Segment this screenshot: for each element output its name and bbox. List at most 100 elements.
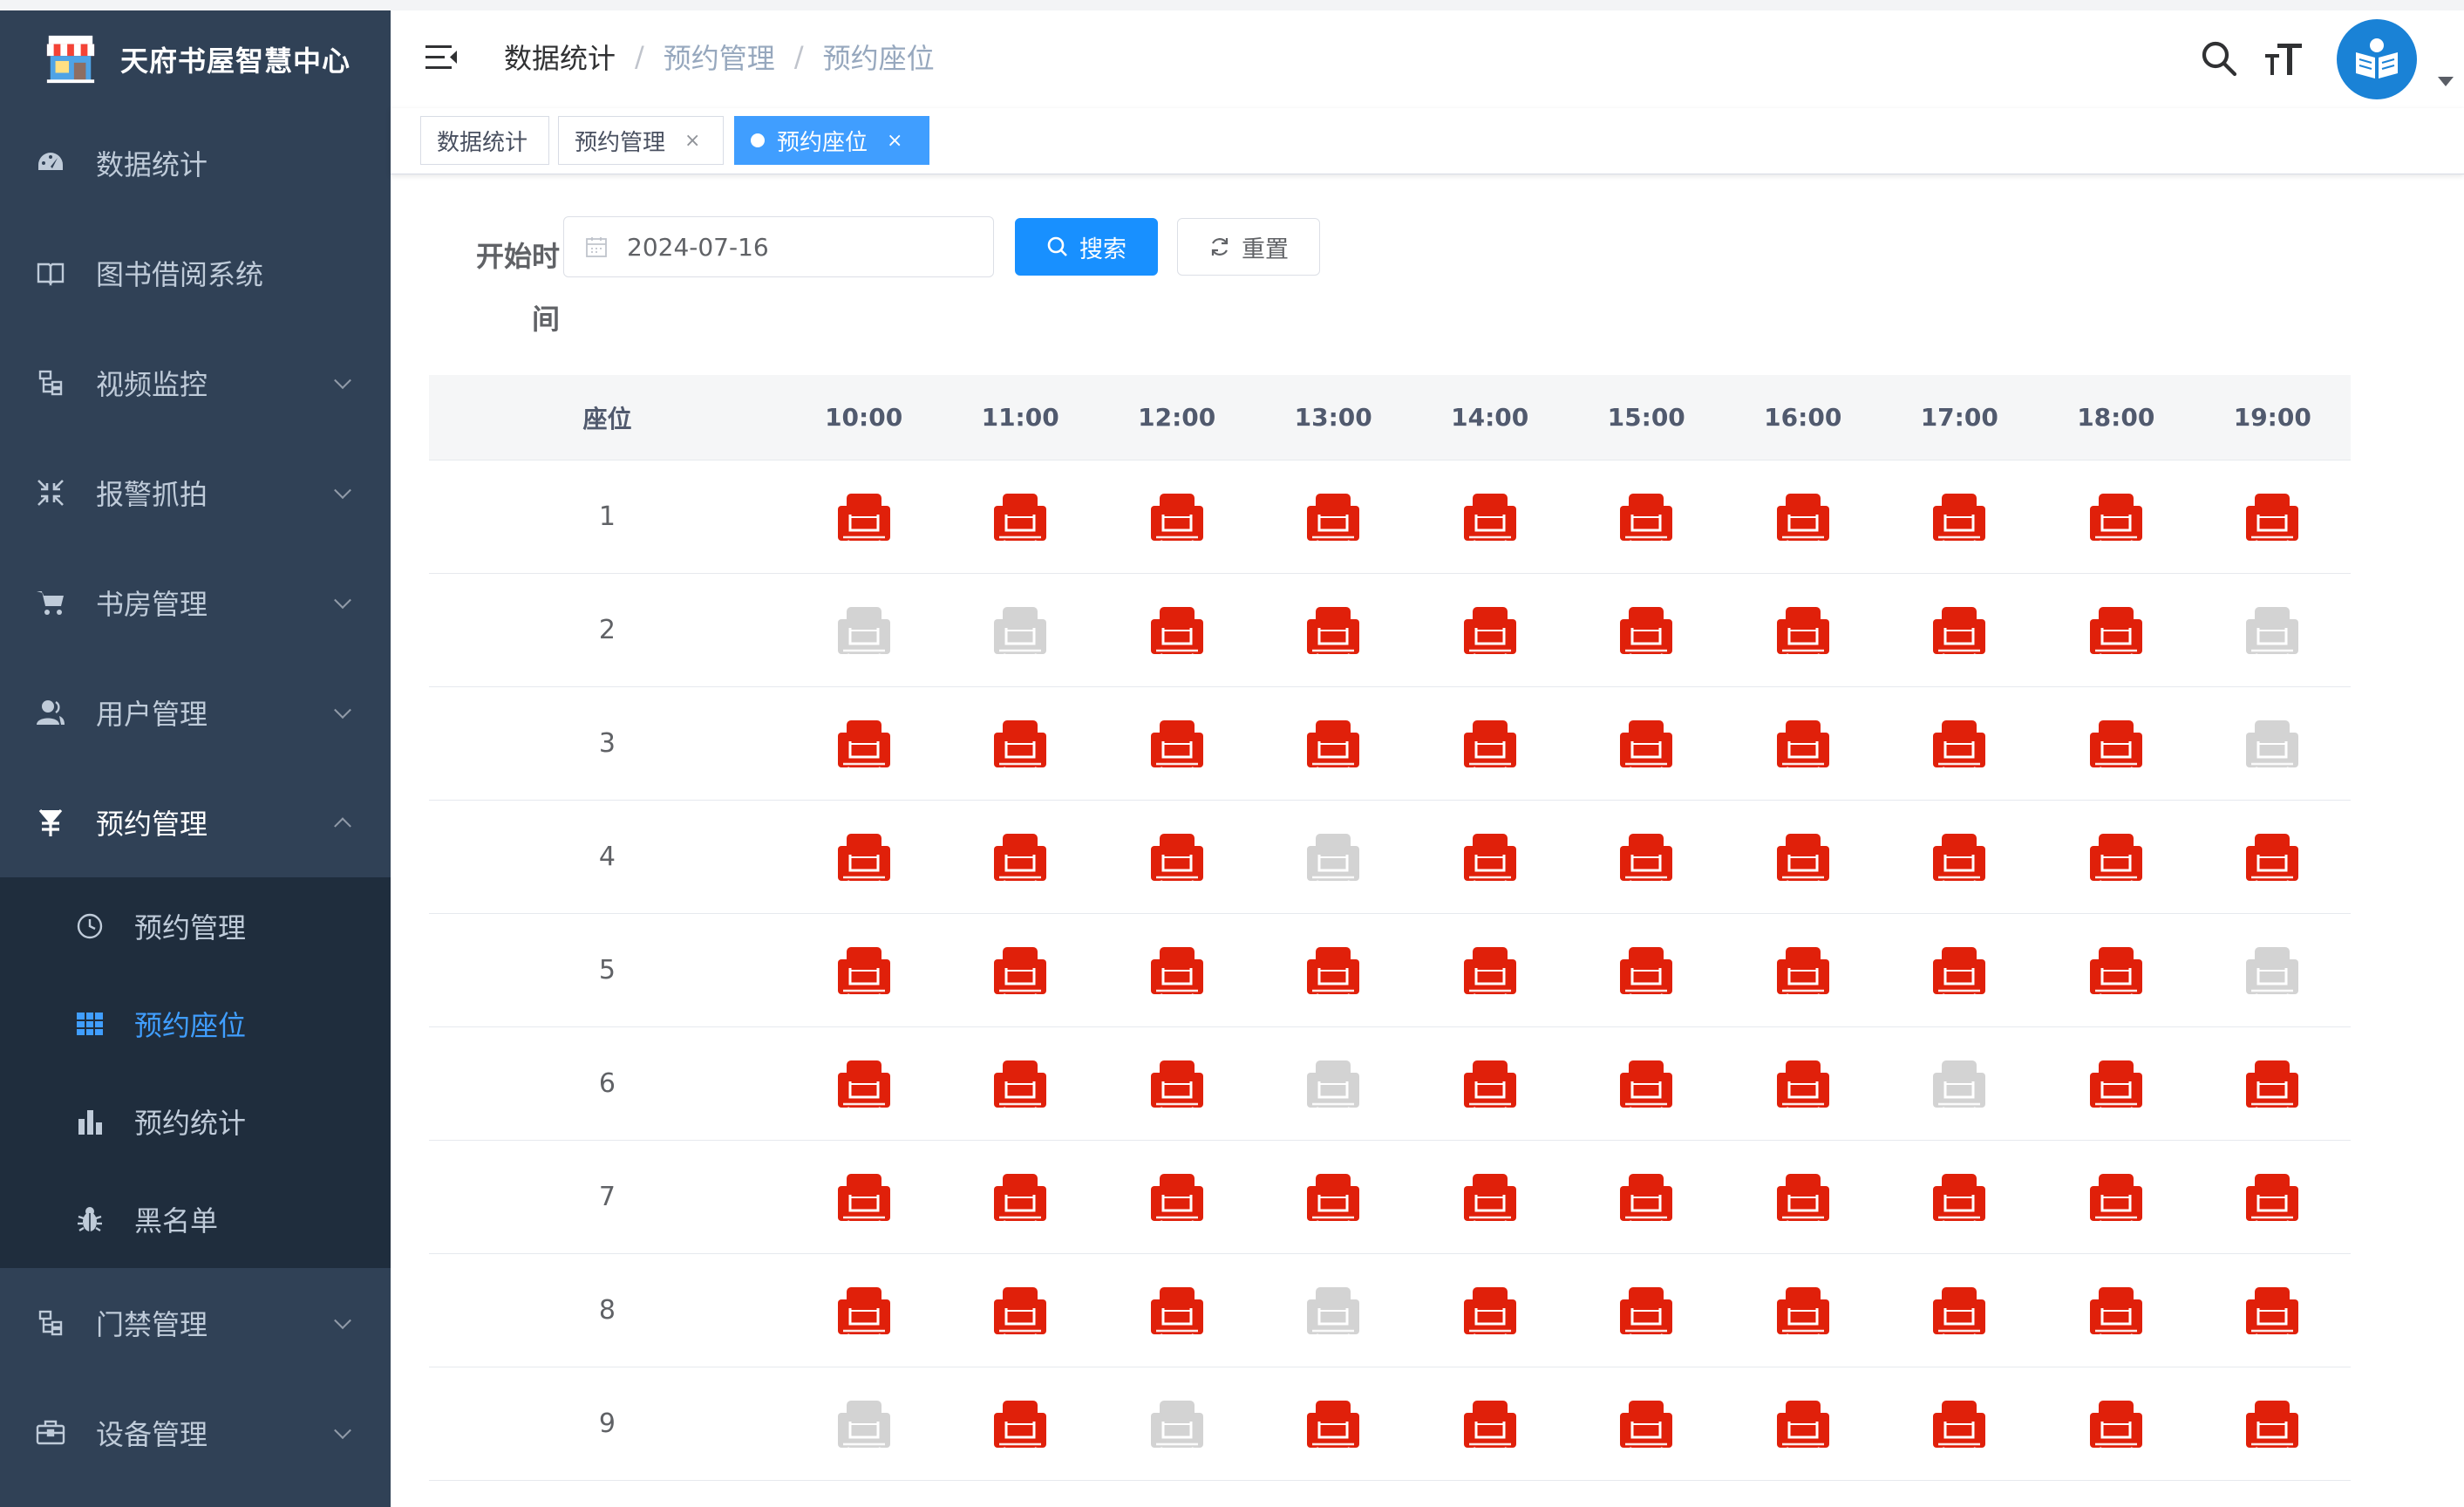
seat-cell[interactable] — [1255, 1285, 1412, 1336]
seat-cell[interactable] — [1882, 1399, 2039, 1449]
seat-cell[interactable] — [1255, 719, 1412, 769]
seat-cell[interactable] — [1882, 605, 2039, 656]
seat-cell[interactable] — [2038, 832, 2195, 883]
seat-cell[interactable] — [942, 832, 1099, 883]
seat-cell[interactable] — [1725, 1285, 1882, 1336]
breadcrumb-item[interactable]: 数据统计 — [504, 37, 616, 77]
seat-cell[interactable] — [1412, 605, 1569, 656]
sidebar-item-study-room[interactable]: 书房管理 — [0, 548, 391, 658]
seat-cell[interactable] — [1099, 1399, 1256, 1449]
sidebar-item-access-control[interactable]: 门禁管理 — [0, 1268, 391, 1378]
seat-cell[interactable] — [786, 605, 943, 656]
sidebar-item-users[interactable]: 用户管理 — [0, 658, 391, 767]
seat-cell[interactable] — [1255, 605, 1412, 656]
seat-cell[interactable] — [1725, 719, 1882, 769]
seat-cell[interactable] — [1255, 1399, 1412, 1449]
close-icon[interactable]: × — [684, 130, 700, 152]
seat-cell[interactable] — [1099, 492, 1256, 542]
seat-cell[interactable] — [2038, 1399, 2195, 1449]
tag-dashboard[interactable]: 数据统计 — [420, 116, 549, 165]
seat-cell[interactable] — [2195, 492, 2352, 542]
seat-cell[interactable] — [1882, 1059, 2039, 1109]
seat-cell[interactable] — [1568, 1172, 1725, 1223]
seat-cell[interactable] — [786, 832, 943, 883]
seat-cell[interactable] — [786, 1285, 943, 1336]
seat-cell[interactable] — [2038, 945, 2195, 996]
seat-cell[interactable] — [942, 1059, 1099, 1109]
sidebar-subitem-reservation-stats[interactable]: 预约统计 — [0, 1073, 391, 1170]
seat-cell[interactable] — [1568, 945, 1725, 996]
seat-cell[interactable] — [1412, 492, 1569, 542]
search-button[interactable]: 搜索 — [1015, 218, 1158, 276]
seat-cell[interactable] — [1568, 832, 1725, 883]
seat-cell[interactable] — [1725, 1172, 1882, 1223]
seat-cell[interactable] — [1882, 832, 2039, 883]
seat-cell[interactable] — [942, 492, 1099, 542]
seat-cell[interactable] — [786, 945, 943, 996]
seat-cell[interactable] — [1412, 1399, 1569, 1449]
seat-cell[interactable] — [786, 1172, 943, 1223]
seat-cell[interactable] — [1099, 605, 1256, 656]
hamburger-icon[interactable] — [424, 40, 459, 75]
seat-cell[interactable] — [786, 1399, 943, 1449]
seat-cell[interactable] — [1412, 1285, 1569, 1336]
seat-cell[interactable] — [1099, 945, 1256, 996]
seat-cell[interactable] — [1882, 945, 2039, 996]
seat-cell[interactable] — [1568, 1399, 1725, 1449]
seat-cell[interactable] — [2038, 605, 2195, 656]
seat-cell[interactable] — [1255, 492, 1412, 542]
seat-cell[interactable] — [2038, 492, 2195, 542]
seat-cell[interactable] — [1725, 492, 1882, 542]
sidebar-subitem-reservation-manage[interactable]: 预约管理 — [0, 877, 391, 975]
seat-cell[interactable] — [1725, 832, 1882, 883]
seat-cell[interactable] — [942, 1285, 1099, 1336]
seat-cell[interactable] — [1568, 719, 1725, 769]
sidebar-subitem-reserve-seat[interactable]: 预约座位 — [0, 975, 391, 1073]
seat-cell[interactable] — [2195, 719, 2352, 769]
seat-cell[interactable] — [942, 1172, 1099, 1223]
seat-cell[interactable] — [786, 719, 943, 769]
seat-cell[interactable] — [2038, 1172, 2195, 1223]
sidebar-item-video[interactable]: 视频监控 — [0, 328, 391, 438]
seat-cell[interactable] — [1255, 832, 1412, 883]
seat-cell[interactable] — [1099, 1172, 1256, 1223]
seat-cell[interactable] — [1255, 1172, 1412, 1223]
seat-cell[interactable] — [1725, 1059, 1882, 1109]
seat-cell[interactable] — [2195, 945, 2352, 996]
logo[interactable]: 天府书屋智慧中心 — [0, 10, 391, 108]
seat-cell[interactable] — [1568, 605, 1725, 656]
tag-reservation-manage[interactable]: 预约管理 × — [558, 116, 724, 165]
seat-cell[interactable] — [1412, 1059, 1569, 1109]
seat-cell[interactable] — [2195, 1059, 2352, 1109]
breadcrumb-item[interactable]: 预约管理 — [664, 37, 775, 77]
seat-cell[interactable] — [1882, 719, 2039, 769]
sidebar-item-reservation[interactable]: 预约管理 — [0, 767, 391, 877]
seat-cell[interactable] — [2195, 1172, 2352, 1223]
seat-cell[interactable] — [2195, 1285, 2352, 1336]
seat-cell[interactable] — [1099, 719, 1256, 769]
seat-cell[interactable] — [1412, 945, 1569, 996]
sidebar-item-devices[interactable]: 设备管理 — [0, 1378, 391, 1488]
close-icon[interactable]: × — [887, 130, 902, 152]
seat-cell[interactable] — [942, 719, 1099, 769]
seat-cell[interactable] — [1412, 719, 1569, 769]
seat-cell[interactable] — [2038, 1285, 2195, 1336]
seat-cell[interactable] — [942, 605, 1099, 656]
search-icon[interactable] — [2199, 38, 2239, 78]
seat-cell[interactable] — [1568, 1059, 1725, 1109]
seat-cell[interactable] — [2195, 605, 2352, 656]
seat-cell[interactable] — [786, 492, 943, 542]
seat-cell[interactable] — [1412, 1172, 1569, 1223]
user-avatar[interactable] — [2337, 19, 2417, 99]
seat-cell[interactable] — [2038, 1059, 2195, 1109]
seat-cell[interactable] — [2195, 832, 2352, 883]
seat-cell[interactable] — [1099, 832, 1256, 883]
font-size-icon[interactable] — [2263, 38, 2304, 78]
seat-cell[interactable] — [1882, 492, 2039, 542]
sidebar-subitem-blacklist[interactable]: 黑名单 — [0, 1170, 391, 1268]
seat-cell[interactable] — [942, 1399, 1099, 1449]
seat-cell[interactable] — [1725, 605, 1882, 656]
sidebar-item-alarm[interactable]: 报警抓拍 — [0, 438, 391, 548]
seat-cell[interactable] — [1568, 492, 1725, 542]
start-date-picker[interactable]: 2024-07-16 — [563, 216, 994, 277]
